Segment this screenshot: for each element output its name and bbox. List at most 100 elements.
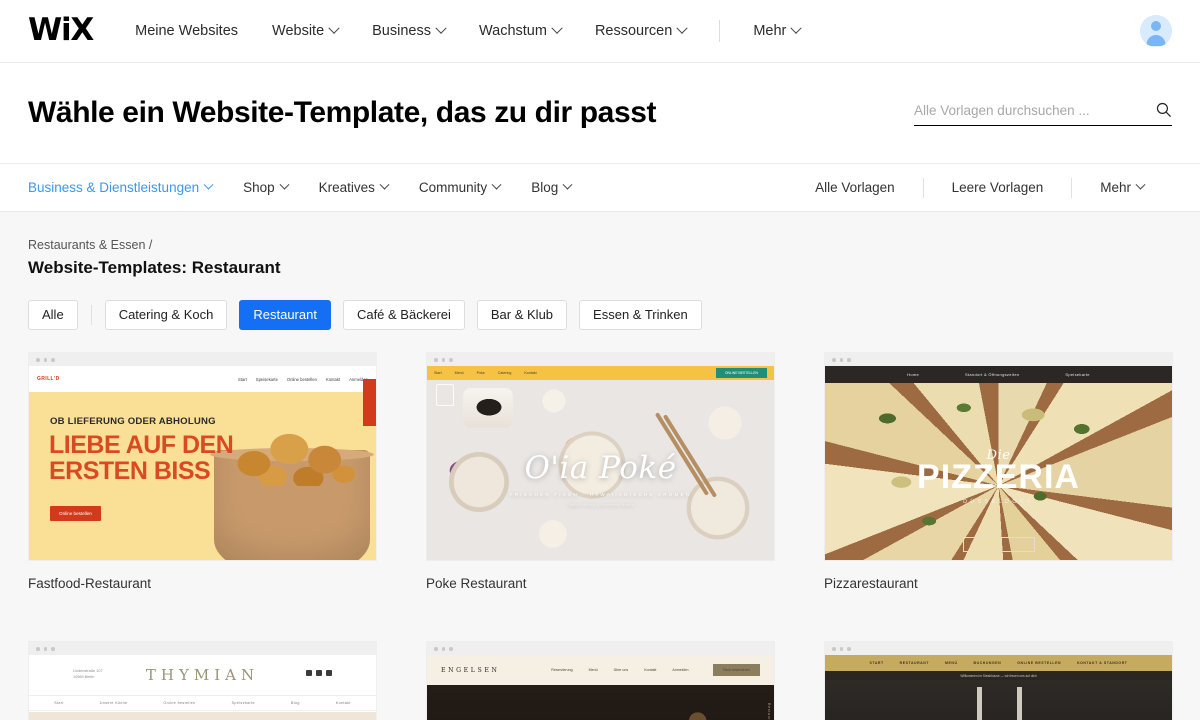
filter-chip-essen-trinken[interactable]: Essen & Trinken <box>579 300 702 331</box>
category-kreatives[interactable]: Kreatives <box>319 179 390 195</box>
preview-nav-link: Start <box>434 371 442 376</box>
preview-nav: Home Standort & Öffnungszeiten Speisekar… <box>825 366 1172 384</box>
browser-chrome <box>29 642 376 656</box>
chrome-dot-icon <box>839 647 843 651</box>
sauce-jug-graphic <box>463 388 513 429</box>
preview-nav-link: Kontakt <box>335 701 351 706</box>
template-card-engelsen[interactable]: ENGELSEN Reservierung Menü Über uns Kont… <box>426 641 775 720</box>
page-title: Wähle ein Website-Template, das zu dir p… <box>28 96 657 129</box>
nav-label: Wachstum <box>478 23 547 39</box>
filter-chip-alle[interactable]: Alle <box>28 300 78 331</box>
template-thumbnail[interactable]: ENGELSEN Reservierung Menü Über uns Kont… <box>426 641 775 720</box>
template-thumbnail[interactable]: Start Menü Poke Catering Kontakt ONLINE … <box>426 352 775 562</box>
link-leere-vorlagen[interactable]: Leere Vorlagen <box>924 180 1072 195</box>
preview-cta-button: Online bestellen <box>50 506 101 522</box>
preview-side-text: Restaurant & Bar <box>767 703 771 720</box>
preview-nav-link: Home <box>907 372 920 378</box>
main-content: Restaurants & Essen / Website-Templates:… <box>0 212 1200 720</box>
chevron-down-icon <box>790 22 803 34</box>
template-preview-poke: Start Menü Poke Catering Kontakt ONLINE … <box>427 366 774 561</box>
template-preview-thymian: Lindenstraße 107 10969 Berlin THYMIAN St… <box>29 655 376 720</box>
chrome-dot-icon <box>449 358 453 362</box>
top-header: WiX Meine Websites Website Business Wach… <box>0 0 1200 63</box>
chrome-dot-icon <box>434 358 438 362</box>
preview-nav-link: Speisekarte <box>1065 372 1090 378</box>
preview-headline-line1: LIEBE AUF DEN <box>49 431 234 460</box>
nav-item-wachstum[interactable]: Wachstum <box>462 22 578 39</box>
nav-item-ressourcen[interactable]: Ressourcen <box>578 22 703 39</box>
preview-nav-link: Speisekarte <box>255 376 278 382</box>
preview-nav: ENGELSEN Reservierung Menü Über uns Kont… <box>427 655 774 686</box>
filter-chip-catering-koch[interactable]: Catering & Koch <box>104 300 228 331</box>
nav-item-meine-websites[interactable]: Meine Websites <box>135 23 255 39</box>
preview-nav-link: Kontakt <box>325 376 341 382</box>
template-thumbnail[interactable]: Home Standort & Öffnungszeiten Speisekar… <box>824 352 1173 562</box>
chevron-down-icon <box>551 22 563 34</box>
browser-chrome <box>825 642 1172 656</box>
filter-chip-restaurant[interactable]: Restaurant <box>239 300 331 331</box>
steak-photo-graphic <box>825 680 1172 720</box>
chrome-dot-icon <box>832 647 836 651</box>
preview-nav-link: Über uns <box>613 668 629 673</box>
nav-item-website[interactable]: Website <box>255 22 355 39</box>
seaweed-bowl-graphic <box>696 394 754 453</box>
chevron-down-icon <box>491 179 502 190</box>
user-avatar-icon[interactable] <box>1140 15 1172 47</box>
post-graphic <box>1017 687 1022 720</box>
preview-nav-link: Start <box>237 376 247 382</box>
preview-nav-link: Kontakt <box>644 668 657 673</box>
preview-nav-link: Reservierung <box>551 668 573 673</box>
chevron-down-icon <box>676 22 688 34</box>
category-business-dienstleistungen[interactable]: Business & Dienstleistungen <box>28 179 214 195</box>
template-thumbnail[interactable]: START RESTAURANT MENÜ BUCHUNGEN ONLINE B… <box>824 641 1173 720</box>
preview-cta-button: Tisch reservieren <box>712 664 760 677</box>
preview-nav: Start Menü Poke Catering Kontakt ONLINE … <box>427 366 774 381</box>
wix-logo[interactable]: WiX <box>28 14 94 46</box>
food-photo-graphic <box>29 712 376 720</box>
category-label: Blog <box>531 180 559 195</box>
template-thumbnail[interactable]: GRILL'D Start Speisekarte Online bestell… <box>28 352 377 562</box>
preview-logo-icon <box>436 384 454 407</box>
chrome-dot-icon <box>847 647 851 651</box>
preview-nav-link: Standort & Öffnungszeiten <box>965 372 1020 378</box>
template-thumbnail[interactable]: Lindenstraße 107 10969 Berlin THYMIAN St… <box>28 641 377 720</box>
instagram-icon <box>326 670 332 677</box>
chrome-dot-icon <box>441 358 445 362</box>
template-card-poke[interactable]: Start Menü Poke Catering Kontakt ONLINE … <box>426 352 775 591</box>
chrome-dot-icon <box>441 647 445 651</box>
chrome-dot-icon <box>51 647 55 651</box>
filter-chip-cafe-baeckerei[interactable]: Café & Bäckerei <box>342 300 465 331</box>
chevron-down-icon <box>379 179 390 190</box>
category-shop[interactable]: Shop <box>243 179 290 195</box>
preview-social-icons <box>306 670 332 677</box>
link-mehr[interactable]: Mehr <box>1072 179 1172 195</box>
category-community[interactable]: Community <box>419 179 502 195</box>
preview-nav-link: MENÜ <box>945 661 958 666</box>
search-input[interactable] <box>914 102 1155 118</box>
breadcrumb[interactable]: Restaurants & Essen / <box>28 238 1172 252</box>
primary-nav: Meine Websites Website Business Wachstum… <box>135 20 817 42</box>
template-card-fastfood[interactable]: GRILL'D Start Speisekarte Online bestell… <box>28 352 377 591</box>
nav-item-mehr[interactable]: Mehr <box>736 22 817 39</box>
link-alle-vorlagen[interactable]: Alle Vorlagen <box>787 180 923 195</box>
twitter-icon <box>306 670 312 677</box>
browser-chrome <box>427 353 774 367</box>
template-label: Poke Restaurant <box>426 576 527 592</box>
template-card-steakhouse[interactable]: START RESTAURANT MENÜ BUCHUNGEN ONLINE B… <box>824 641 1173 720</box>
template-card-thymian[interactable]: Lindenstraße 107 10969 Berlin THYMIAN St… <box>28 641 377 720</box>
preview-cta-button: ONLINE BESTELLEN <box>715 368 767 379</box>
search-icon[interactable] <box>1155 101 1172 118</box>
dining-photo-graphic <box>427 685 774 720</box>
preview-title-block: Die PIZZERIA DÜSSELDORF <box>825 448 1172 504</box>
preview-address: Lindenstraße 107 10969 Berlin <box>73 668 103 680</box>
preview-nav-link: Blog <box>290 701 300 706</box>
chevron-down-icon <box>1135 179 1146 190</box>
template-search[interactable] <box>914 101 1172 126</box>
preview-nav-link: Kontakt <box>524 371 537 376</box>
preview-nav-links: Start Speisekarte Online bestellen Konta… <box>238 377 368 382</box>
nav-item-business[interactable]: Business <box>355 22 462 39</box>
template-card-pizzeria[interactable]: Home Standort & Öffnungszeiten Speisekar… <box>824 352 1173 591</box>
filter-chip-bar-klub[interactable]: Bar & Klub <box>476 300 568 331</box>
category-blog[interactable]: Blog <box>531 179 573 195</box>
preview-headline: LIEBE AUF DEN ERSTEN BISS <box>49 431 234 484</box>
